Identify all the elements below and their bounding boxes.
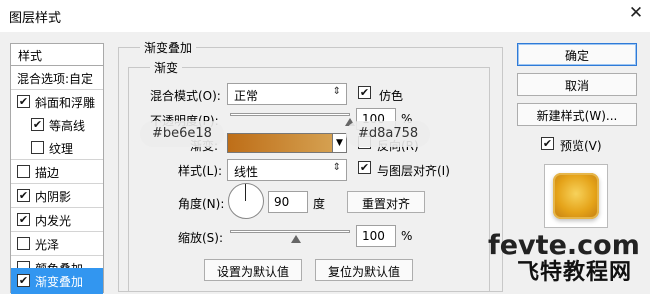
scale-unit: % (401, 229, 413, 243)
texture-checkbox[interactable] (31, 141, 44, 154)
bevel-checkbox[interactable] (17, 95, 30, 108)
style-item-inner-glow[interactable]: 内发光 (11, 208, 103, 231)
watermark-site-name: 飞特教程网 (517, 260, 633, 285)
contour-label: 等高线 (49, 119, 86, 133)
scale-label: 缩放(S): (178, 231, 224, 245)
style-item-gradient-overlay[interactable]: 渐变叠加 (11, 268, 103, 294)
styles-list: 样式 混合选项:自定 斜面和浮雕 等高线 纹理 描边 内阴影 内发光 光泽 颜色… (10, 43, 104, 294)
ok-button[interactable]: 确定 (517, 43, 637, 66)
chevron-down-icon[interactable]: ▼ (332, 133, 347, 153)
preview-checkbox[interactable] (541, 137, 554, 150)
style-item-texture[interactable]: 纹理 (11, 136, 103, 159)
gradient-overlay-checkbox[interactable] (17, 274, 30, 287)
style-value: 线性 (234, 165, 259, 179)
title-bar (0, 0, 650, 32)
new-style-button[interactable]: 新建样式(W)... (517, 103, 637, 126)
style-item-bevel[interactable]: 斜面和浮雕 (11, 90, 103, 113)
reset-default-button[interactable]: 复位为默认值 (315, 259, 413, 281)
satin-label: 光泽 (35, 238, 60, 252)
reset-align-button[interactable]: 重置对齐 (347, 191, 425, 213)
scale-slider[interactable] (230, 230, 350, 233)
updown-icon: ⇕ (332, 162, 341, 173)
style-select[interactable]: 线性 ⇕ (227, 159, 347, 181)
blend-options-item[interactable]: 混合选项:自定 (11, 66, 103, 89)
contour-checkbox[interactable] (31, 118, 44, 131)
scale-input[interactable]: 100 (356, 225, 396, 247)
bevel-label: 斜面和浮雕 (35, 96, 96, 110)
window-title: 图层样式 (9, 11, 62, 26)
style-item-contour[interactable]: 等高线 (11, 113, 103, 136)
opacity-slider[interactable] (230, 113, 350, 116)
dither-checkbox[interactable] (358, 86, 371, 99)
gradient-preview-bar[interactable] (227, 133, 347, 153)
stroke-checkbox[interactable] (17, 165, 30, 178)
blend-options-label: 混合选项:自定 (17, 72, 94, 86)
styles-header[interactable]: 样式 (11, 44, 103, 66)
cancel-button[interactable]: 取消 (517, 73, 637, 96)
gradient-overlay-label: 渐变叠加 (35, 275, 84, 289)
end-color-pill: #d8a758 (346, 121, 431, 147)
inner-shadow-checkbox[interactable] (17, 189, 30, 202)
blend-mode-value: 正常 (234, 89, 259, 103)
stroke-label: 描边 (35, 166, 60, 180)
align-label: 与图层对齐(I) (377, 164, 450, 178)
texture-label: 纹理 (49, 142, 74, 156)
updown-icon: ⇕ (332, 86, 341, 97)
align-checkbox[interactable] (358, 161, 371, 174)
style-item-inner-shadow[interactable]: 内阴影 (11, 184, 103, 207)
angle-needle (245, 184, 246, 201)
satin-checkbox[interactable] (17, 237, 30, 250)
style-item-stroke[interactable]: 描边 (11, 160, 103, 183)
style-item-satin[interactable]: 光泽 (11, 232, 103, 255)
blend-mode-select[interactable]: 正常 ⇕ (227, 83, 347, 105)
blend-mode-label: 混合模式(O): (150, 89, 221, 103)
angle-label: 角度(N): (178, 197, 225, 211)
preview-label: 预览(V) (560, 139, 602, 153)
inner-glow-checkbox[interactable] (17, 213, 30, 226)
style-label: 样式(L): (178, 164, 223, 178)
inner-shadow-label: 内阴影 (35, 190, 72, 204)
group-title: 渐变叠加 (140, 39, 197, 56)
angle-input[interactable]: 90 (268, 191, 308, 213)
make-default-button[interactable]: 设置为默认值 (204, 259, 302, 281)
preview-swatch (553, 173, 599, 219)
dither-label: 仿色 (379, 89, 404, 103)
subgroup-title: 渐变 (150, 59, 183, 76)
close-icon[interactable]: ✕ (626, 3, 646, 23)
start-color-pill: #be6e18 (140, 121, 224, 147)
inner-glow-label: 内发光 (35, 214, 72, 228)
angle-dial[interactable] (228, 183, 264, 219)
angle-unit: 度 (313, 197, 326, 211)
